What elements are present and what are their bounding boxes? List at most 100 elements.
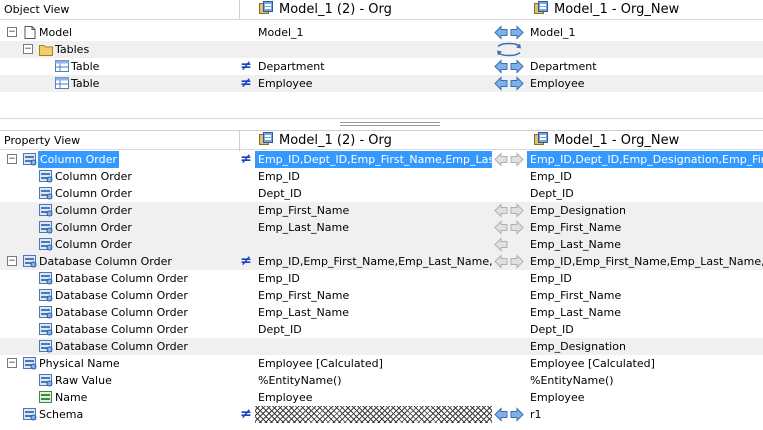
object-view-header: Object View Model_1 (2) - Org Model_1 - …: [0, 0, 763, 20]
collapse-toggle[interactable]: −: [7, 256, 17, 266]
not-equal-icon: ≠: [240, 75, 252, 91]
property-label: Physical Name: [39, 357, 120, 370]
property-view-title: Property View: [0, 131, 240, 151]
property-label: Database Column Order: [55, 272, 188, 285]
sync-arrows-icon[interactable]: [494, 254, 524, 269]
property-icon: [39, 238, 53, 251]
right-value: %EntityName(): [530, 374, 614, 387]
right-value: Employee: [530, 391, 585, 404]
collapse-toggle[interactable]: −: [23, 44, 33, 54]
property-row[interactable]: − Column Order ≠ Emp_ID,Dept_ID,Emp_Firs…: [0, 151, 763, 168]
table-icon: [55, 77, 69, 89]
property-label: Column Order: [55, 187, 132, 200]
sync-arrows-icon[interactable]: [494, 25, 524, 40]
property-row[interactable]: − Database Column Order ≠ Emp_ID,Emp_Fir…: [0, 253, 763, 270]
right-value: Employee [Calculated]: [530, 357, 655, 370]
property-icon: [39, 306, 53, 319]
sync-arrows-icon[interactable]: [494, 152, 524, 167]
left-value: Model_1: [258, 26, 304, 39]
property-label: Column Order: [55, 204, 132, 217]
property-label: Database Column Order: [39, 255, 172, 268]
table-icon: [55, 60, 69, 72]
property-icon: [23, 255, 37, 268]
tree-row-table-employee[interactable]: Table ≠ Employee Employee: [0, 75, 763, 92]
property-row[interactable]: Column Order Dept_ID Dept_ID: [0, 185, 763, 202]
property-row[interactable]: Database Column Order Emp_ID Emp_ID: [0, 270, 763, 287]
right-model-name: Model_1 - Org_New: [554, 2, 680, 17]
tree-label: Tables: [55, 43, 90, 56]
left-value: Emp_ID,Emp_First_Name,Emp_Last_Name,D...: [258, 255, 492, 268]
property-row[interactable]: Column Order Emp_ID Emp_ID: [0, 168, 763, 185]
not-equal-icon: ≠: [240, 253, 252, 269]
tree-label: Table: [71, 77, 100, 90]
pane-splitter[interactable]: [0, 118, 763, 130]
property-label: Database Column Order: [55, 306, 188, 319]
property-label: Column Order: [55, 238, 132, 251]
splitter-grip[interactable]: [340, 122, 440, 126]
sync-arrows-icon[interactable]: [494, 407, 524, 422]
model-icon: [534, 132, 548, 145]
property-row[interactable]: Column Order Emp_Last_Name: [0, 236, 763, 253]
property-row[interactable]: Name Employee Employee: [0, 389, 763, 406]
collapse-toggle[interactable]: −: [7, 358, 17, 368]
right-value: Department: [530, 60, 597, 73]
left-value: Department: [258, 60, 325, 73]
sync-arrows-icon[interactable]: [494, 220, 524, 235]
right-value: Employee: [530, 77, 585, 90]
right-value: r1: [530, 408, 542, 421]
tree-row-tables[interactable]: − Tables: [0, 41, 763, 58]
property-row[interactable]: Database Column Order Emp_Designation: [0, 338, 763, 355]
tree-row-model[interactable]: − Model Model_1 Model_1: [0, 24, 763, 41]
right-model-header: Model_1 - Org_New: [530, 131, 763, 151]
left-value: Emp_ID: [258, 272, 300, 285]
left-value: Dept_ID: [258, 323, 302, 336]
tree-row-table-department[interactable]: Table ≠ Department Department: [0, 58, 763, 75]
collapse-toggle[interactable]: −: [7, 27, 17, 37]
property-label: Database Column Order: [55, 289, 188, 302]
property-icon: [39, 272, 53, 285]
property-row[interactable]: Database Column Order Emp_Last_Name Emp_…: [0, 304, 763, 321]
right-value: Emp_First_Name: [530, 289, 622, 302]
left-value: Emp_Last_Name: [258, 306, 350, 319]
right-model-name: Model_1 - Org_New: [554, 133, 680, 148]
property-icon: [23, 153, 37, 166]
model-icon: [534, 1, 548, 14]
right-value: Emp_Last_Name: [530, 238, 622, 251]
property-row[interactable]: Database Column Order Emp_First_Name Emp…: [0, 287, 763, 304]
sync-arrows-icon[interactable]: [494, 203, 524, 218]
right-value: [527, 41, 763, 58]
left-value: Employee: [258, 77, 313, 90]
property-row[interactable]: Column Order Emp_First_Name Emp_Designat…: [0, 202, 763, 219]
folder-icon: [39, 45, 53, 56]
property-icon: [39, 374, 53, 387]
property-label: Schema: [39, 408, 84, 421]
property-icon: [39, 187, 53, 200]
property-icon: [23, 408, 37, 421]
property-icon: [39, 323, 53, 336]
left-value: [255, 406, 492, 423]
property-label: Column Order: [55, 170, 132, 183]
left-value: Employee [Calculated]: [258, 357, 383, 370]
property-row[interactable]: Raw Value %EntityName() %EntityName(): [0, 372, 763, 389]
left-value: Dept_ID: [258, 187, 302, 200]
left-value: [255, 236, 492, 253]
property-icon: [23, 357, 37, 370]
sync-loop-icon[interactable]: [494, 42, 524, 57]
sync-arrows-icon[interactable]: [494, 76, 524, 91]
sync-arrow-left-icon[interactable]: [494, 237, 524, 252]
not-equal-icon: ≠: [240, 58, 252, 74]
left-model-name: Model_1 (2) - Org: [279, 133, 392, 148]
right-value: Model_1: [530, 26, 576, 39]
property-row[interactable]: Schema ≠ r1: [0, 406, 763, 423]
sync-arrows-icon[interactable]: [494, 59, 524, 74]
right-value: Emp_Last_Name: [530, 306, 622, 319]
property-row[interactable]: − Physical Name Employee [Calculated] Em…: [0, 355, 763, 372]
left-value: Emp_Last_Name: [258, 221, 350, 234]
right-value: Dept_ID: [530, 187, 574, 200]
left-model-header: Model_1 (2) - Org: [255, 0, 495, 20]
collapse-toggle[interactable]: −: [7, 154, 17, 164]
property-row[interactable]: Database Column Order Dept_ID Dept_ID: [0, 321, 763, 338]
property-label: Column Order: [38, 151, 119, 168]
property-row[interactable]: Column Order Emp_Last_Name Emp_First_Nam…: [0, 219, 763, 236]
property-icon: [39, 204, 53, 217]
